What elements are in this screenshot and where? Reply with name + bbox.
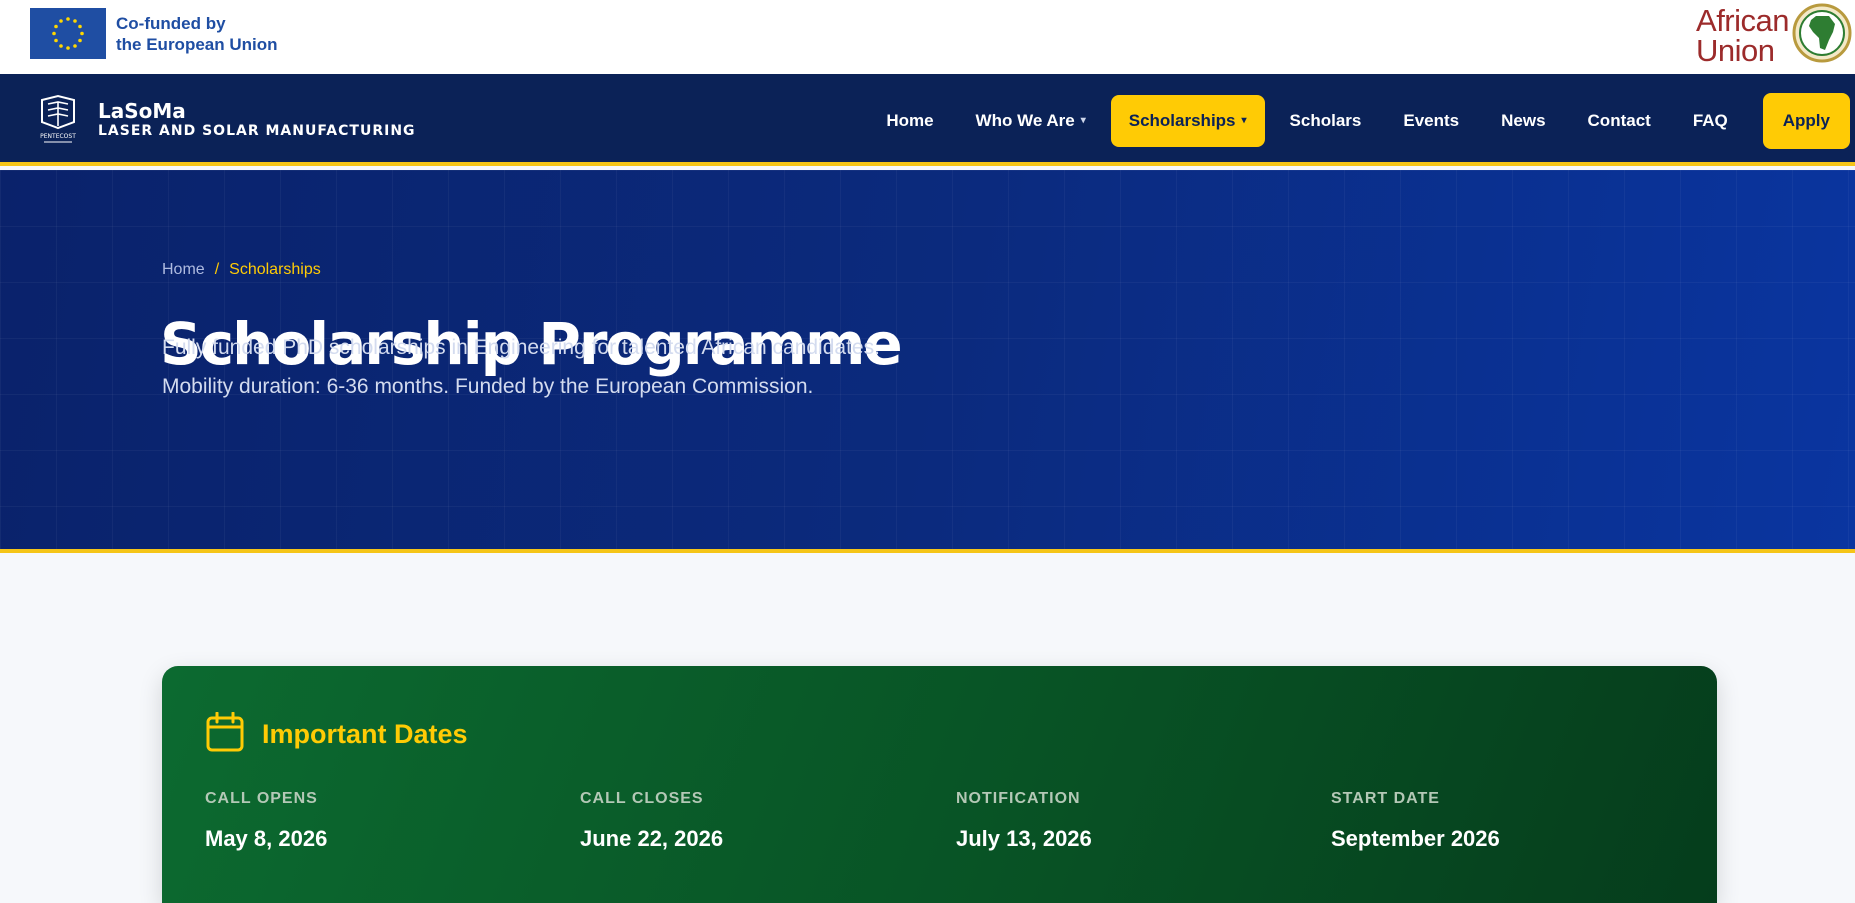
- hero-description-line2: Mobility duration: 6-36 months. Funded b…: [162, 375, 814, 398]
- date-call-closes: CALL CLOSES June 22, 2026: [580, 790, 723, 852]
- calendar-icon: [206, 711, 244, 757]
- apply-button[interactable]: Apply: [1762, 93, 1850, 149]
- nav-label: Scholars: [1289, 111, 1362, 130]
- date-value: September 2026: [1331, 826, 1500, 851]
- nav-label: Contact: [1587, 111, 1651, 130]
- african-union-logo[interactable]: African Union: [1696, 2, 1853, 69]
- nav-item-scholars[interactable]: Scholars: [1269, 95, 1383, 147]
- eu-cofunded-text: Co-funded by the European Union: [116, 13, 278, 55]
- partner-bar: Co-funded by the European Union African …: [0, 0, 1855, 74]
- breadcrumb: Home / Scholarships: [162, 261, 321, 279]
- nav-label: News: [1501, 111, 1546, 130]
- nav-label: Events: [1403, 111, 1460, 130]
- au-text-line2: Union: [1696, 32, 1775, 68]
- nav-item-news[interactable]: News: [1480, 95, 1566, 147]
- eu-flag-icon: [30, 8, 106, 59]
- chevron-down-icon: ▾: [1241, 115, 1247, 126]
- brand-logo[interactable]: PENTECOST LaSoMa LASER AND SOLAR MANUFAC…: [34, 92, 416, 148]
- date-value: July 13, 2026: [956, 826, 1092, 851]
- date-notification: NOTIFICATION July 13, 2026: [956, 790, 1092, 852]
- nav-label: Who We Are: [975, 111, 1075, 130]
- nav-item-scholarships[interactable]: Scholarships ▾: [1110, 95, 1265, 147]
- nav-label: Home: [886, 111, 934, 130]
- nav-menu: Home Who We Are ▾ Scholarships ▾ Scholar…: [865, 93, 1850, 149]
- brand-text: LaSoMa LASER AND SOLAR MANUFACTURING: [98, 100, 416, 140]
- eu-text-line1: Co-funded by: [116, 13, 226, 33]
- date-start-date: START DATE September 2026: [1331, 790, 1500, 852]
- breadcrumb-home-link[interactable]: Home: [162, 261, 205, 278]
- breadcrumb-current: Scholarships: [229, 261, 321, 278]
- date-value: June 22, 2026: [580, 826, 724, 851]
- au-emblem-icon: [1791, 2, 1853, 69]
- nav-label: Scholarships: [1128, 111, 1236, 130]
- hero-description-line1: Fully funded PhD scholarships in Enginee…: [162, 336, 880, 359]
- nav-item-home[interactable]: Home: [865, 95, 954, 147]
- nav-item-contact[interactable]: Contact: [1567, 95, 1672, 147]
- eu-logo[interactable]: Co-funded by the European Union: [30, 8, 278, 59]
- nav-label: FAQ: [1692, 111, 1728, 130]
- brand-subtitle: LASER AND SOLAR MANUFACTURING: [98, 123, 416, 139]
- breadcrumb-separator: /: [214, 261, 220, 278]
- nav-item-who-we-are[interactable]: Who We Are ▾: [955, 95, 1107, 147]
- date-call-opens: CALL OPENS May 8, 2026: [205, 790, 327, 852]
- date-label: CALL OPENS: [205, 790, 318, 807]
- chevron-down-icon: ▾: [1080, 115, 1086, 126]
- dates-title: Important Dates: [262, 719, 468, 749]
- brand-name: LaSoMa: [98, 99, 186, 123]
- eu-text-line2: the European Union: [116, 34, 278, 54]
- nav-item-faq[interactable]: FAQ: [1672, 95, 1749, 147]
- date-label: CALL CLOSES: [580, 790, 704, 807]
- au-text-line1: African: [1696, 2, 1789, 38]
- pentecost-university-icon: PENTECOST: [34, 92, 82, 148]
- important-dates-card: Important Dates CALL OPENS May 8, 2026 C…: [162, 666, 1717, 903]
- date-value: May 8, 2026: [205, 826, 328, 851]
- hero-banner: Home / Scholarships Scholarship Programme …: [0, 170, 1855, 553]
- main-navbar: PENTECOST LaSoMa LASER AND SOLAR MANUFAC…: [0, 74, 1855, 166]
- emblem-text: PENTECOST: [40, 133, 76, 140]
- au-text: African Union: [1696, 2, 1789, 68]
- nav-item-events[interactable]: Events: [1382, 95, 1480, 147]
- date-label: START DATE: [1331, 790, 1440, 807]
- dates-header: Important Dates: [206, 711, 468, 757]
- date-label: NOTIFICATION: [956, 790, 1081, 807]
